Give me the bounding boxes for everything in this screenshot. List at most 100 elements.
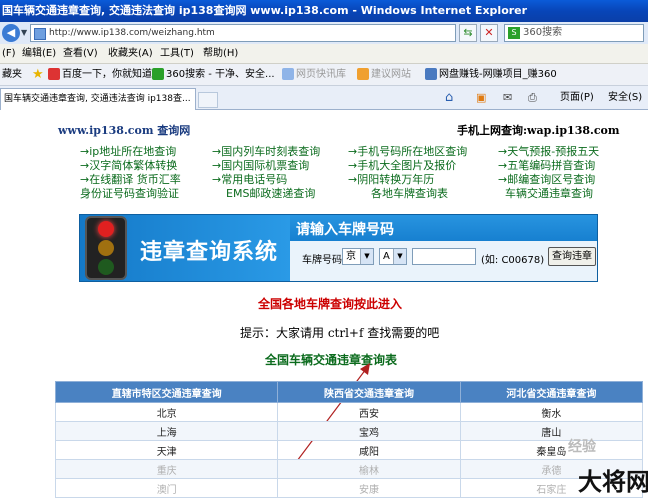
link-ip[interactable]: →ip地址所在地查询 — [80, 146, 176, 158]
plate-example: (如: C00678) — [481, 255, 545, 266]
favorites-bar: 藏夹 ★ 百度一下，你就知道 360搜索 - 干净、安全... 网页快讯库 建议… — [0, 64, 648, 86]
city-link[interactable]: 重庆 — [54, 459, 279, 479]
fav-webslice[interactable]: 网页快讯库 — [282, 64, 346, 86]
search-input[interactable]: S 360搜索 — [504, 24, 644, 42]
mail-icon[interactable]: ✉ — [503, 88, 512, 108]
plate-number-input[interactable] — [412, 248, 476, 265]
plate-label: 车牌号码 — [302, 255, 342, 266]
search-engine-icon: S — [508, 27, 520, 39]
menu-bar: (F) 编辑(E) 查看(V) 收藏夹(A) 工具(T) 帮助(H) — [0, 44, 648, 64]
letter-value: A — [383, 251, 390, 262]
fav-suggested[interactable]: 建议网站 — [357, 64, 411, 86]
table-row: 上海 宝鸡 唐山 — [54, 421, 644, 441]
query-violations-button[interactable]: 查询违章 — [548, 247, 596, 266]
favorites-label[interactable]: 藏夹 — [2, 64, 22, 86]
menu-view[interactable]: 查看(V) — [63, 44, 98, 64]
fav-baidu[interactable]: 百度一下，你就知道 — [48, 64, 152, 86]
fav-suggested-label: 建议网站 — [371, 69, 411, 80]
link-translate[interactable]: →在线翻译 货币汇率 — [80, 174, 181, 186]
province-select[interactable]: 京 ▼ — [342, 248, 374, 265]
link-weather[interactable]: →天气预报-预报五天 — [498, 146, 599, 158]
fav-wangpan-label: 网盘赚钱-网赚项目_赚360 — [439, 69, 557, 80]
menu-tools[interactable]: 工具(T) — [160, 44, 194, 64]
link-ems[interactable]: EMS邮政速递查询 — [226, 188, 315, 200]
page-menu[interactable]: 页面(P) — [560, 88, 594, 108]
link-plates[interactable]: 各地车牌查询表 — [371, 188, 448, 200]
suggested-icon — [357, 68, 369, 80]
city-link[interactable]: 唐山 — [459, 421, 644, 441]
link-wubi[interactable]: →五笔编码拼音查询 — [498, 160, 595, 172]
violation-city-table: 直辖市特区交通违章查询 陕西省交通违章查询 河北省交通违章查询 北京 西安 衡水… — [54, 381, 644, 498]
traffic-light-icon — [85, 216, 127, 280]
page-icon — [34, 28, 46, 40]
city-link[interactable]: 天津 — [54, 440, 279, 460]
baidu-icon — [48, 68, 60, 80]
city-link[interactable]: 宝鸡 — [277, 421, 461, 441]
home-icon[interactable]: ⌂ — [445, 88, 453, 108]
page-icon — [425, 68, 437, 80]
stop-icon[interactable]: ✕ — [480, 24, 498, 42]
menu-favorites[interactable]: 收藏夹(A) — [108, 44, 153, 64]
city-link[interactable]: 榆林 — [277, 459, 461, 479]
brand-logo: 大将网 — [578, 467, 648, 496]
chevron-down-icon: ▼ — [393, 249, 406, 264]
province-value: 京 — [346, 251, 356, 262]
city-link[interactable]: 安康 — [277, 478, 461, 498]
table-header-row: 直辖市特区交通违章查询 陕西省交通违章查询 河北省交通违章查询 — [54, 381, 644, 403]
search-placeholder: 360搜索 — [523, 27, 563, 38]
link-phone-prices[interactable]: →手机大全图片及报价 — [348, 160, 456, 172]
address-input[interactable]: http://www.ip138.com/weizhang.htm — [30, 24, 456, 42]
address-toolbar: ◀ ▼ http://www.ip138.com/weizhang.htm ⇆ … — [0, 22, 648, 44]
link-flight[interactable]: →国内国际机票查询 — [212, 160, 309, 172]
city-link[interactable]: 秦皇岛 — [459, 440, 644, 460]
letter-select[interactable]: A ▼ — [379, 248, 407, 265]
link-calendar[interactable]: →阴阳转换万年历 — [348, 174, 434, 186]
webslice-icon — [282, 68, 294, 80]
header-hebei: 河北省交通违章查询 — [459, 381, 644, 403]
menu-edit[interactable]: 编辑(E) — [22, 44, 56, 64]
fav-baidu-label: 百度一下，你就知道 — [62, 69, 152, 80]
menu-help[interactable]: 帮助(H) — [203, 44, 238, 64]
city-link[interactable]: 澳门 — [54, 478, 279, 498]
fav-wangpan[interactable]: 网盘赚钱-网赚项目_赚360 — [425, 64, 557, 86]
link-postcode[interactable]: →邮编查询区号查询 — [498, 174, 595, 186]
mobile-query[interactable]: 手机上网查询:wap.ip138.com — [457, 122, 620, 138]
watermark: 经验 — [568, 439, 596, 455]
city-link[interactable]: 西安 — [277, 402, 461, 422]
refresh-icon[interactable]: ⇆ — [459, 24, 477, 42]
city-link[interactable]: 咸阳 — [277, 440, 461, 460]
banner-title: 违章查询系统 — [140, 240, 279, 265]
link-train[interactable]: →国内列车时刻表查询 — [212, 146, 320, 158]
print-icon[interactable]: ⎙ — [528, 88, 537, 108]
link-phone-numbers[interactable]: →常用电话号码 — [212, 174, 287, 186]
star-icon[interactable]: ★ — [32, 68, 44, 82]
table-row: 澳门 安康 石家庄 — [54, 478, 644, 498]
city-link[interactable]: 衡水 — [459, 402, 644, 422]
new-tab-button[interactable] — [198, 92, 218, 108]
window-title: 国车辆交通违章查询, 交通违法查询 ip138查询网 www.ip138.com… — [0, 0, 648, 22]
safety-menu[interactable]: 安全(S) — [608, 88, 642, 108]
link-violations[interactable]: 车辆交通违章查询 — [505, 188, 593, 200]
header-shaanxi: 陕西省交通违章查询 — [277, 381, 461, 403]
back-icon[interactable]: ◀ — [2, 24, 20, 42]
chevron-down-icon: ▼ — [360, 249, 373, 264]
menu-file[interactable]: (F) — [2, 44, 16, 64]
city-link[interactable]: 北京 — [54, 402, 279, 422]
fav-webslice-label: 网页快讯库 — [296, 69, 346, 80]
site-name[interactable]: www.ip138.com 查询网 — [58, 122, 190, 138]
fav-360[interactable]: 360搜索 - 干净、安全... — [152, 64, 275, 86]
fav-360-label: 360搜索 - 干净、安全... — [166, 69, 275, 80]
table-row: 天津 咸阳 秦皇岛 — [54, 440, 644, 460]
tip-text: 提示：大家请用 ctrl+f 查找需要的吧 — [240, 326, 440, 340]
banner-prompt: 请输入车牌号码 — [296, 222, 394, 238]
feeds-icon[interactable]: ▣ — [476, 88, 486, 108]
history-dropdown-icon[interactable]: ▼ — [21, 28, 27, 37]
city-link[interactable]: 上海 — [54, 421, 279, 441]
tab-current[interactable]: 国车辆交通违章查询, 交通违法查询 ip138查... — [0, 88, 196, 110]
link-idcard[interactable]: 身份证号码查询验证 — [80, 188, 179, 200]
link-chinese-convert[interactable]: →汉字简体繁体转换 — [80, 160, 177, 172]
link-mobile-area[interactable]: →手机号码所在地区查询 — [348, 146, 467, 158]
url-text: http://www.ip138.com/weizhang.htm — [49, 28, 215, 38]
header-municipalities: 直辖市特区交通违章查询 — [54, 381, 279, 403]
nationwide-plate-link[interactable]: 全国各地车牌查询按此进入 — [258, 295, 402, 312]
